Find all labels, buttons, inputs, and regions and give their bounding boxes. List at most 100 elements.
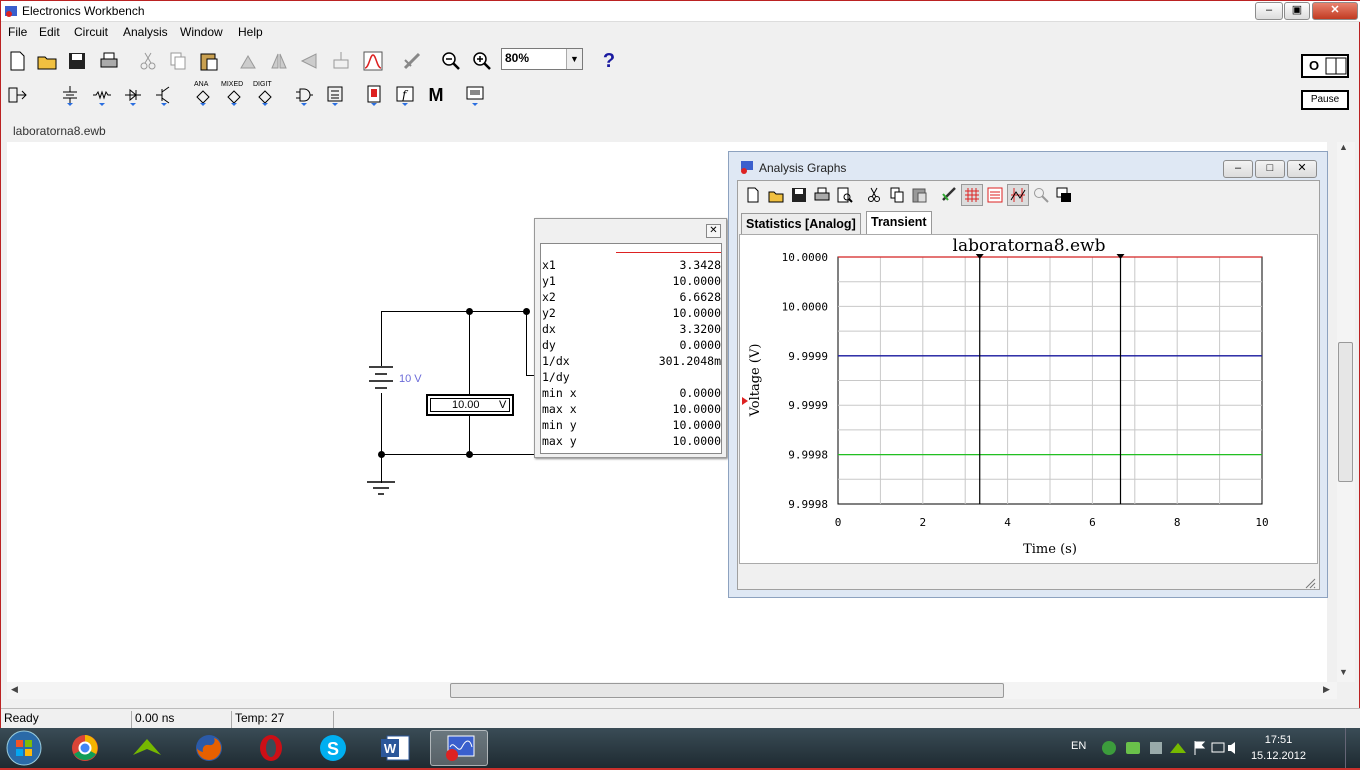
scroll-down-icon[interactable]: ▼ xyxy=(1339,667,1348,677)
system-tray-icons[interactable] xyxy=(1100,739,1240,757)
wire xyxy=(526,311,527,375)
start-button[interactable] xyxy=(4,729,44,767)
flip-horizontal-icon[interactable] xyxy=(265,47,293,75)
cursors-toggle-icon[interactable] xyxy=(1007,184,1029,206)
battery-icon[interactable] xyxy=(365,363,397,395)
close-button[interactable]: ✕ xyxy=(1312,2,1358,20)
taskbar-firefox[interactable] xyxy=(180,730,238,766)
paste-icon[interactable] xyxy=(195,47,223,75)
chevron-down-icon[interactable]: ▼ xyxy=(566,49,582,69)
print-icon[interactable] xyxy=(95,47,123,75)
properties-icon[interactable] xyxy=(938,184,960,206)
scroll-up-icon[interactable]: ▲ xyxy=(1339,142,1348,152)
component-properties-icon[interactable] xyxy=(398,47,426,75)
indicators-bin-icon[interactable] xyxy=(360,81,388,109)
digital-ics-bin-icon[interactable]: DIGIT xyxy=(251,81,279,109)
tab-statistics-analog[interactable]: Statistics [Analog] xyxy=(741,213,861,235)
transient-graph-panel: laboratorna8.ewb Time (s) Voltage (V) 0 2… xyxy=(739,234,1318,564)
graph-icon[interactable] xyxy=(359,47,387,75)
zoom-dropdown[interactable]: 80% ▼ xyxy=(501,48,583,70)
menu-window[interactable]: Window xyxy=(180,25,223,39)
readout-key: 1/dx xyxy=(542,354,570,368)
zoom-in-icon[interactable] xyxy=(468,47,496,75)
grid-toggle-icon[interactable] xyxy=(961,184,983,206)
minimize-button[interactable]: – xyxy=(1255,2,1283,20)
y-tick-label: 9.9999 xyxy=(788,350,828,363)
paste-icon[interactable] xyxy=(909,184,931,206)
open-folder-icon[interactable] xyxy=(765,184,787,206)
menu-circuit[interactable]: Circuit xyxy=(74,25,108,39)
basic-bin-icon[interactable] xyxy=(88,81,116,109)
minimize-button[interactable]: – xyxy=(1223,160,1253,178)
analog-ics-bin-icon[interactable]: ANA xyxy=(189,81,217,109)
wire xyxy=(469,311,470,395)
status-sim-time: 0.00 ns xyxy=(131,711,231,728)
new-file-icon[interactable] xyxy=(742,184,764,206)
menu-help[interactable]: Help xyxy=(238,25,263,39)
vertical-scrollbar[interactable]: ▲ ▼ xyxy=(1337,142,1355,682)
taskbar-opera[interactable] xyxy=(242,730,300,766)
taskbar-chrome[interactable] xyxy=(56,730,114,766)
close-button[interactable]: ✕ xyxy=(1287,160,1317,178)
cut-icon[interactable] xyxy=(134,47,162,75)
window-title: Electronics Workbench xyxy=(22,4,145,18)
favorites-bin-icon[interactable] xyxy=(3,81,31,109)
save-icon[interactable] xyxy=(788,184,810,206)
voltmeter[interactable]: 10.00 V xyxy=(426,394,514,416)
legend-toggle-icon[interactable] xyxy=(984,184,1006,206)
rotate-icon[interactable] xyxy=(234,47,262,75)
maximize-button[interactable]: ▣ xyxy=(1284,2,1310,20)
scroll-right-icon[interactable]: ▶ xyxy=(1323,684,1330,695)
taskbar-skype[interactable]: S xyxy=(304,730,362,766)
power-switch[interactable]: O xyxy=(1301,54,1349,78)
pause-button[interactable]: Pause xyxy=(1301,90,1349,110)
transistors-bin-icon[interactable] xyxy=(150,81,178,109)
resize-grip-icon[interactable] xyxy=(1304,577,1316,589)
scroll-left-icon[interactable]: ◀ xyxy=(11,684,18,695)
transient-chart[interactable]: laboratorna8.ewb Time (s) Voltage (V) 0 2… xyxy=(740,235,1317,563)
new-file-icon[interactable] xyxy=(3,47,31,75)
copy-icon[interactable] xyxy=(164,47,192,75)
instruments-bin-icon[interactable] xyxy=(461,81,489,109)
cut-icon[interactable] xyxy=(863,184,885,206)
menu-file[interactable]: File xyxy=(8,25,27,39)
open-folder-icon[interactable] xyxy=(33,47,61,75)
copy-icon[interactable] xyxy=(886,184,908,206)
x-tick-label: 2 xyxy=(919,516,926,529)
taskbar-nvidia[interactable] xyxy=(118,730,176,766)
subcircuit-icon[interactable] xyxy=(327,47,355,75)
sources-bin-icon[interactable] xyxy=(56,81,84,109)
language-indicator[interactable]: EN xyxy=(1071,740,1086,752)
y-tick-label: 9.9999 xyxy=(788,399,828,412)
tab-transient[interactable]: Transient xyxy=(866,211,932,235)
save-icon[interactable] xyxy=(63,47,91,75)
cursor-readout-panel: ✕ x1 3.3428 y1 10.0000 x2 6.6628 y2 10.0000 dx 3.… xyxy=(534,218,727,458)
controls-bin-icon[interactable]: f xyxy=(391,81,419,109)
zoom-out-icon[interactable] xyxy=(437,47,465,75)
vertical-scroll-thumb[interactable] xyxy=(1338,342,1353,482)
show-desktop-button[interactable] xyxy=(1345,728,1360,768)
diodes-bin-icon[interactable] xyxy=(119,81,147,109)
logic-gates-bin-icon[interactable] xyxy=(290,81,318,109)
menu-analysis[interactable]: Analysis xyxy=(123,25,168,39)
maximize-button[interactable]: □ xyxy=(1255,160,1285,178)
horizontal-scroll-thumb[interactable] xyxy=(450,683,1004,698)
taskbar-clock[interactable]: 17:51 15.12.2012 xyxy=(1251,732,1306,764)
taskbar-electronics-workbench[interactable] xyxy=(430,730,488,766)
zoom-icon[interactable] xyxy=(1030,184,1052,206)
taskbar-word[interactable]: W xyxy=(366,730,424,766)
menu-edit[interactable]: Edit xyxy=(39,25,60,39)
flip-vertical-icon[interactable] xyxy=(295,47,323,75)
help-button[interactable]: ? xyxy=(595,47,623,75)
misc-bin-icon[interactable]: M xyxy=(422,81,450,109)
print-icon[interactable] xyxy=(811,184,833,206)
mixed-ics-bin-icon[interactable]: MIXED xyxy=(220,81,248,109)
readout-value: 10.0000 xyxy=(672,306,721,320)
electronics-workbench-icon xyxy=(446,735,475,761)
print-preview-icon[interactable] xyxy=(834,184,856,206)
readout-key: y1 xyxy=(542,274,556,288)
digital-bin-icon[interactable] xyxy=(321,81,349,109)
close-icon[interactable]: ✕ xyxy=(706,224,721,238)
restore-graph-icon[interactable] xyxy=(1053,184,1075,206)
horizontal-scrollbar[interactable]: ◀ ▶ xyxy=(7,682,1337,699)
